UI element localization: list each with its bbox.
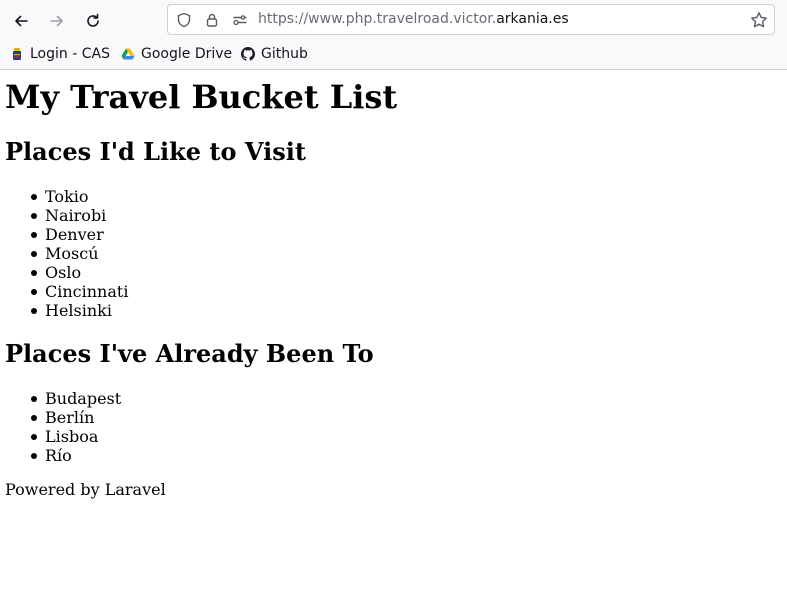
permissions-icon[interactable] <box>232 12 248 28</box>
address-bar[interactable]: https://www.php.travelroad.victor.arkani… <box>167 4 775 35</box>
wishlist: Tokio Nairobi Denver Moscú Oslo Cincinna… <box>0 187 128 320</box>
url-domain: arkania.es <box>496 11 569 27</box>
list-item: Helsinki <box>30 301 128 320</box>
forward-button[interactable] <box>44 8 70 34</box>
list-item: Moscú <box>30 244 128 263</box>
list-item: Lisboa <box>30 427 121 446</box>
page-title: My Travel Bucket List <box>5 78 398 116</box>
star-icon[interactable] <box>750 11 768 29</box>
bookmark-login-cas[interactable]: Login - CAS <box>10 46 110 62</box>
back-button[interactable] <box>8 8 34 34</box>
bookmark-label: Github <box>261 46 308 62</box>
lock-icon[interactable] <box>204 12 220 28</box>
list-item: Tokio <box>30 187 128 206</box>
footer-text: Powered by Laravel <box>5 480 166 499</box>
cas-logo-icon <box>13 48 21 60</box>
visited-heading: Places I've Already Been To <box>5 339 374 368</box>
list-item: Denver <box>30 225 128 244</box>
github-icon <box>241 47 255 61</box>
bookmark-google-drive[interactable]: Google Drive <box>121 46 232 62</box>
page-content: My Travel Bucket List Places I'd Like to… <box>0 70 787 599</box>
list-item: Cincinnati <box>30 282 129 301</box>
shield-icon[interactable] <box>176 12 192 28</box>
list-item: Nairobi <box>30 206 128 225</box>
bookmark-label: Google Drive <box>141 46 233 62</box>
bookmarks-bar: Login - CAS Google Drive Github <box>0 40 787 70</box>
url-text[interactable]: https://www.php.travelroad.victor.arkani… <box>258 11 569 27</box>
reload-button[interactable] <box>80 8 106 34</box>
browser-toolbar: https://www.php.travelroad.victor.arkani… <box>0 0 787 40</box>
list-item: Budapest <box>30 389 122 408</box>
reload-icon <box>87 13 99 27</box>
bookmark-github[interactable]: Github <box>241 46 308 62</box>
bookmark-label: Login - CAS <box>30 46 110 62</box>
list-item: Berlín <box>30 408 121 427</box>
wishlist-heading: Places I'd Like to Visit <box>5 137 306 166</box>
arrow-right-icon <box>50 15 63 27</box>
list-item: Oslo <box>30 263 128 282</box>
list-item: Río <box>30 446 121 465</box>
arrow-left-icon <box>15 15 28 27</box>
google-drive-icon <box>121 48 135 60</box>
url-prefix: https://www.php.travelroad.victor. <box>258 11 497 27</box>
visited-list: Budapest Berlín Lisboa Río <box>0 389 121 465</box>
